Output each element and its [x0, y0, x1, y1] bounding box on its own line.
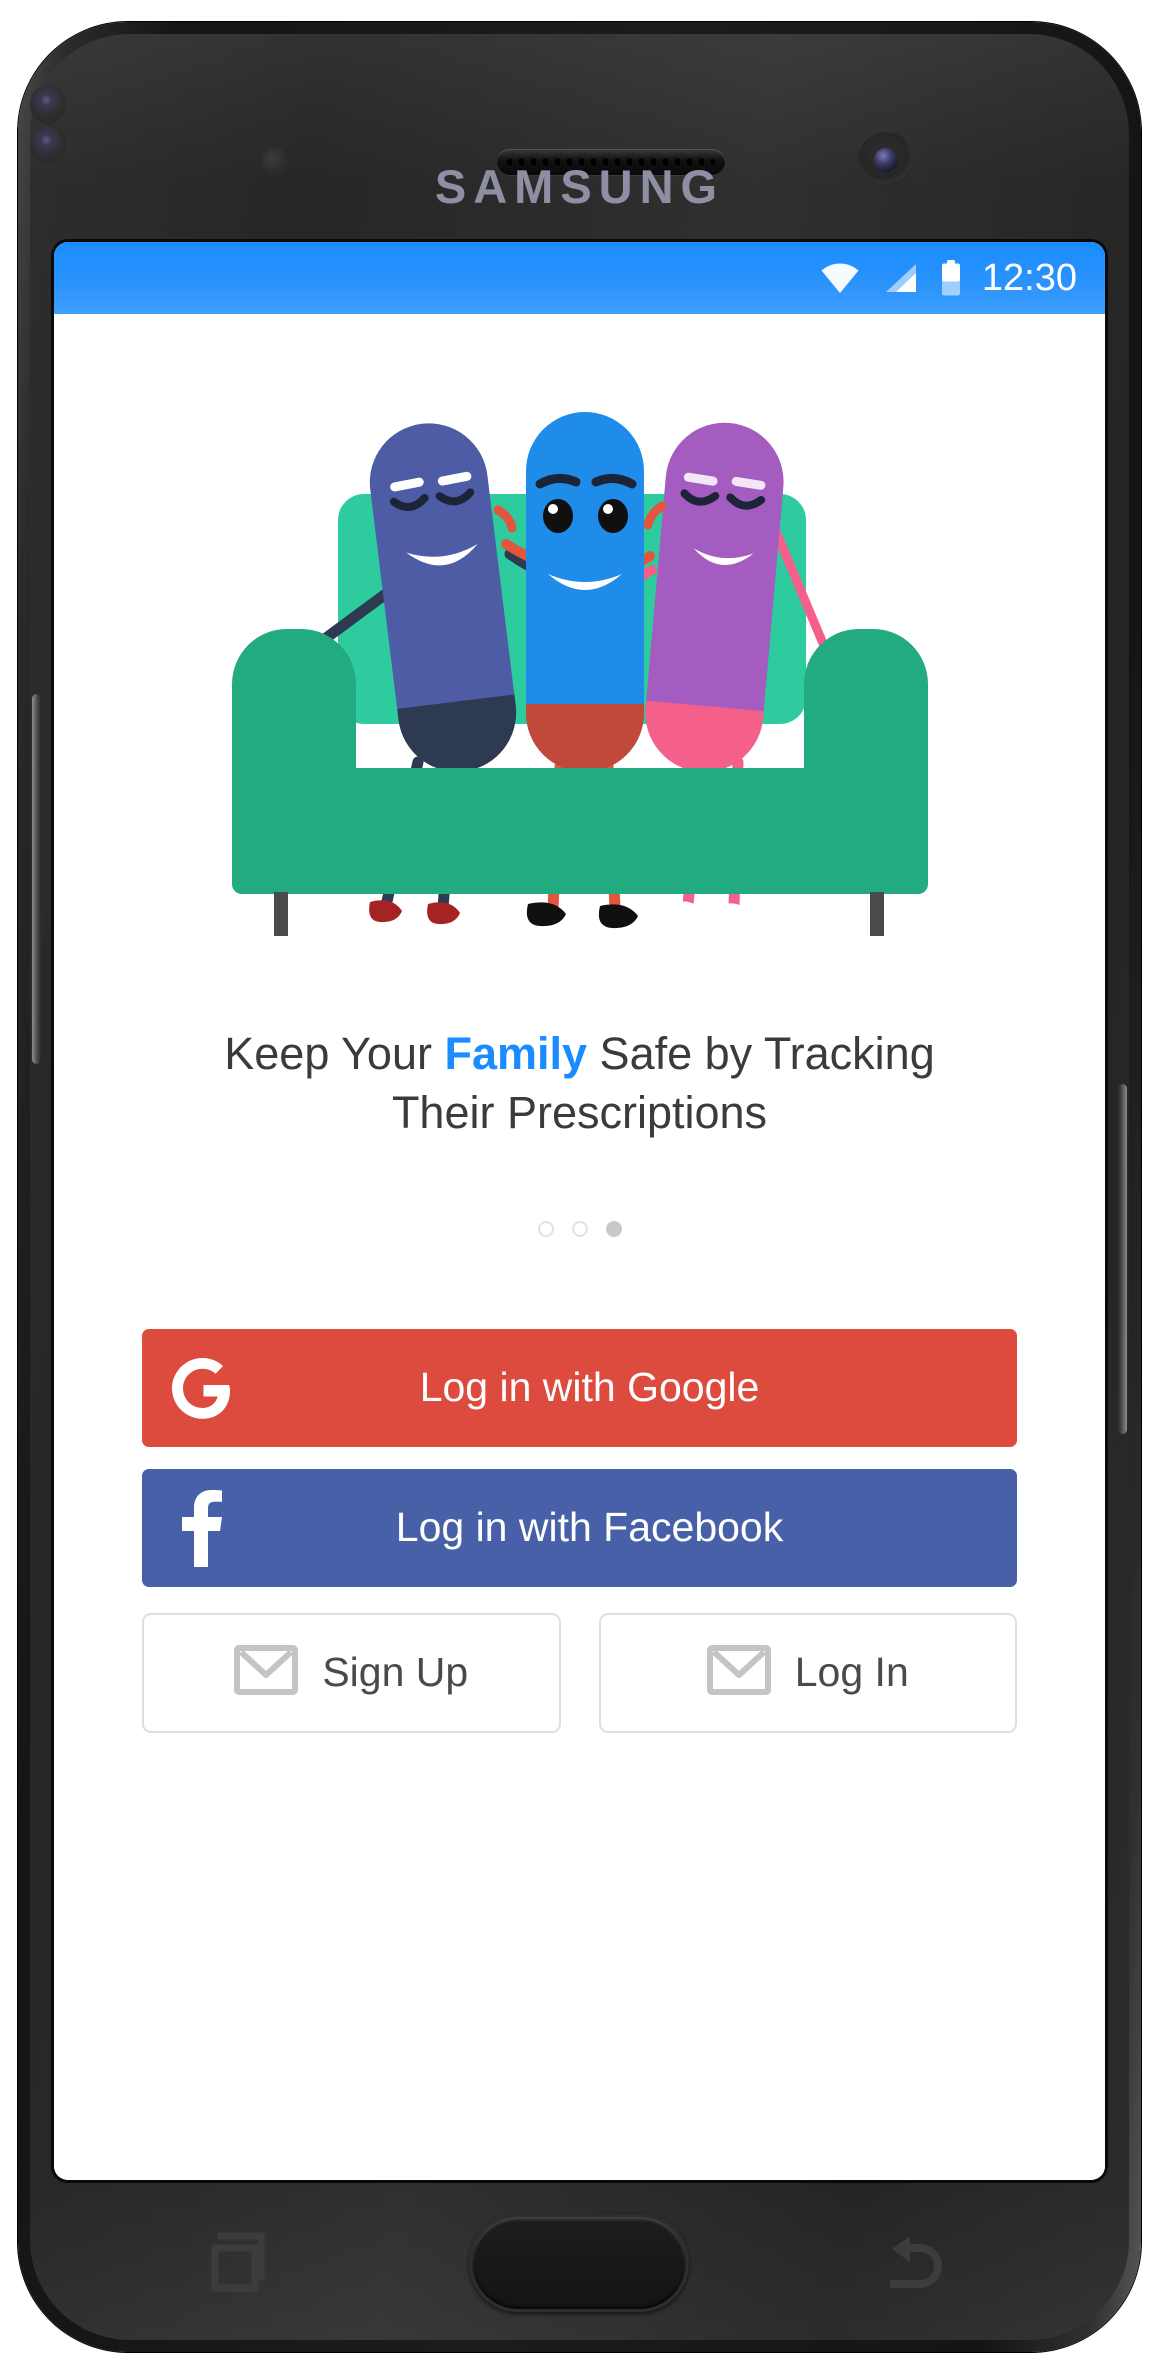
power-button[interactable] [1118, 1084, 1127, 1434]
samsung-brand-logo: SAMSUNG [434, 160, 725, 213]
onboarding-illustration [210, 384, 950, 964]
home-button[interactable] [468, 2214, 689, 2312]
facebook-login-label: Log in with Facebook [395, 1504, 784, 1551]
pagination-dots [537, 1220, 622, 1237]
status-bar-clock: 12:30 [981, 256, 1077, 299]
google-g-icon [142, 1357, 262, 1419]
battery-icon [940, 260, 962, 296]
google-login-button[interactable]: Log in with Google [142, 1328, 1017, 1447]
google-login-label: Log in with Google [419, 1364, 760, 1411]
sign-up-button[interactable]: Sign Up [142, 1612, 561, 1733]
log-in-label: Log In [794, 1649, 909, 1696]
iris-sensor-icon [30, 124, 66, 164]
email-auth-buttons: Sign Up Log In [142, 1612, 1017, 1733]
headline-accent-word: Family [444, 1028, 588, 1079]
page-dot-1[interactable] [537, 1220, 554, 1237]
envelope-icon [234, 1645, 299, 1700]
cellular-signal-icon [882, 262, 918, 294]
android-navigation-bar [54, 2188, 1105, 2338]
auth-buttons-group: Log in with Google Log in with Facebook [142, 1328, 1017, 1733]
envelope-icon [706, 1645, 771, 1700]
sensor-row [30, 84, 1129, 188]
recents-icon[interactable] [209, 2228, 275, 2299]
volume-button[interactable] [32, 694, 41, 1064]
status-bar: 12:30 [54, 242, 1105, 314]
phone-screen: 12:30 Keep Your Family Safe by Tracking … [54, 242, 1105, 2180]
onboarding-screen: Keep Your Family Safe by Tracking Their … [54, 314, 1105, 2180]
light-sensor-icon [30, 84, 66, 124]
page-title: Keep Your Family Safe by Tracking Their … [190, 1024, 970, 1143]
page-dot-3[interactable] [605, 1220, 622, 1237]
log-in-button[interactable]: Log In [598, 1612, 1017, 1733]
facebook-login-button[interactable]: Log in with Facebook [142, 1468, 1017, 1587]
page-dot-2[interactable] [571, 1220, 588, 1237]
facebook-f-icon [142, 1489, 262, 1567]
headline-part-1: Keep Your [224, 1028, 445, 1079]
phone-device-frame: SAMSUNG 12:30 Keep Your Family Safe by T… [18, 22, 1141, 2352]
status-bar-icons [820, 260, 962, 296]
back-icon[interactable] [882, 2230, 950, 2297]
wifi-icon [820, 262, 860, 294]
sign-up-label: Sign Up [322, 1649, 469, 1696]
